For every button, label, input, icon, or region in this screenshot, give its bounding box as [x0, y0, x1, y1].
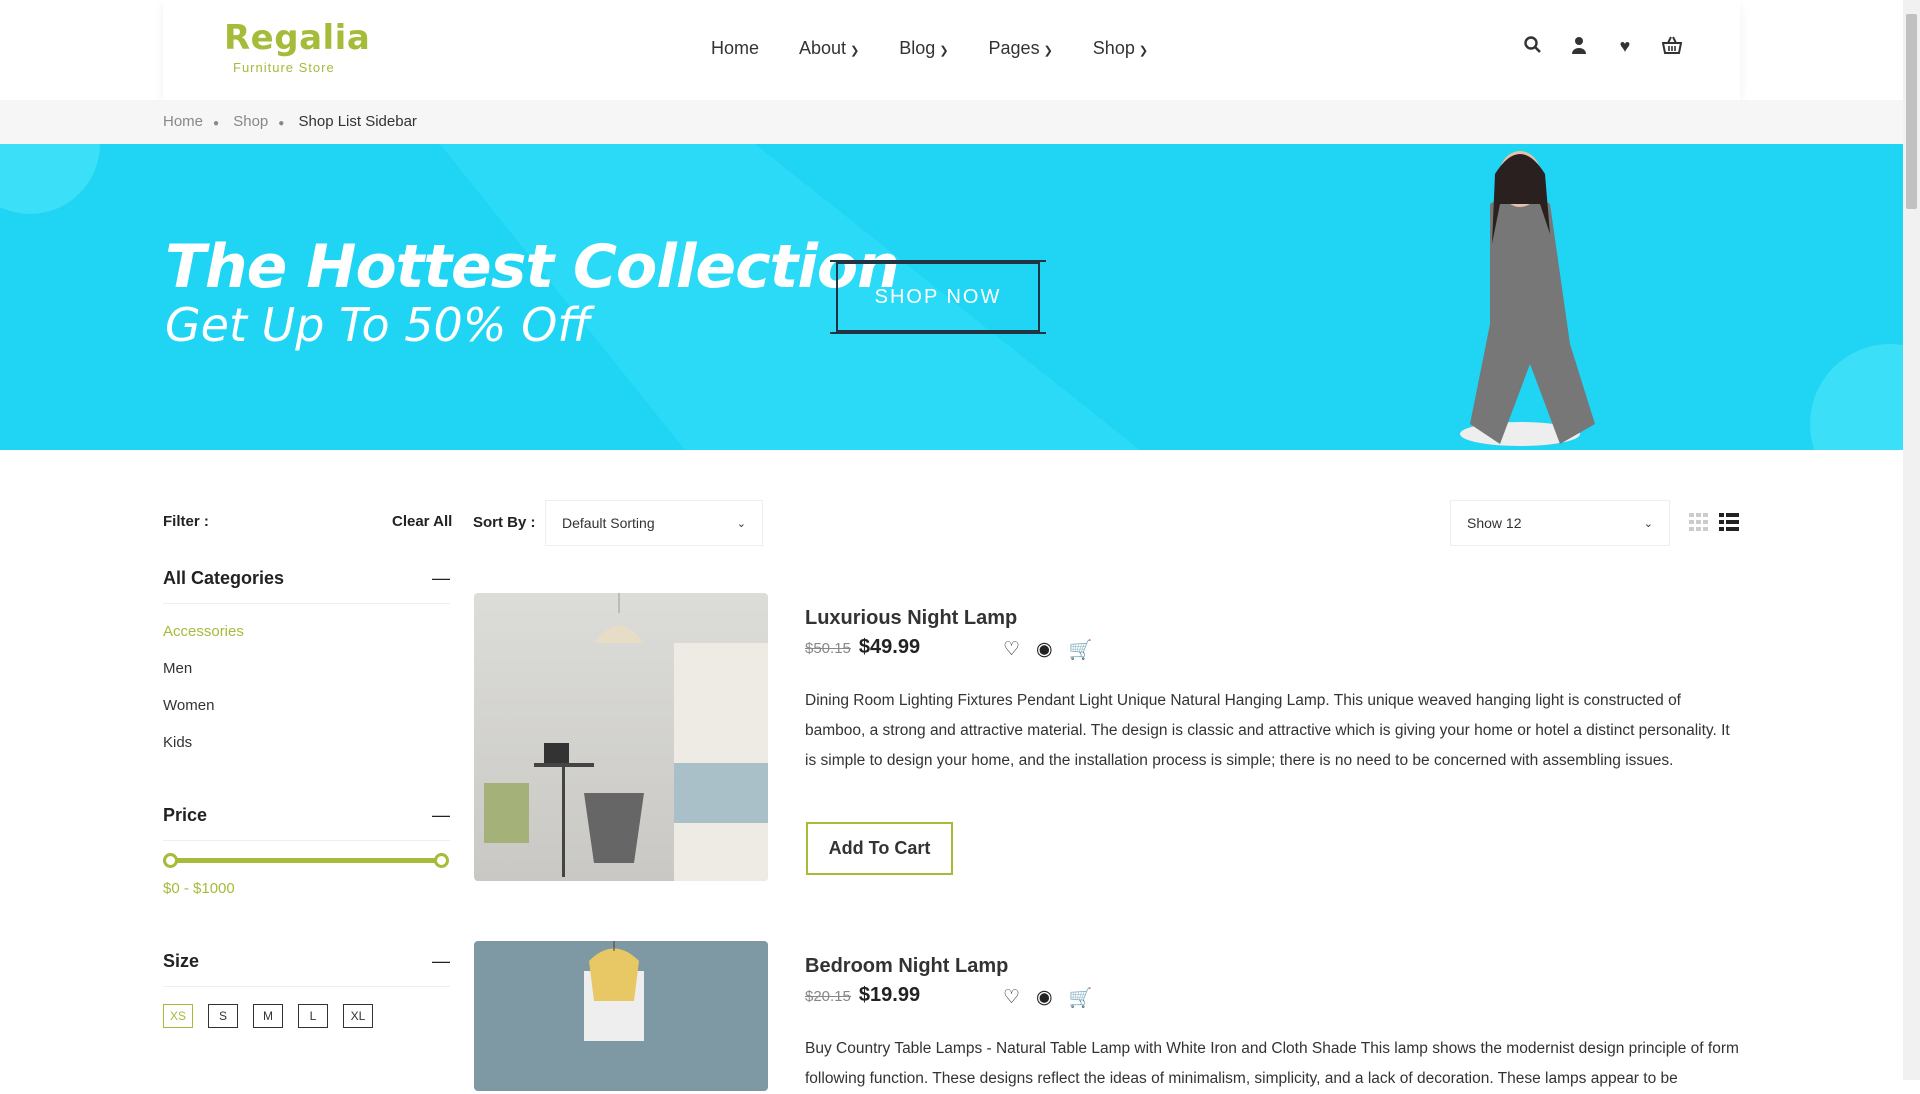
category-accessories[interactable]: Accessories	[163, 623, 244, 640]
search-icon[interactable]	[1524, 36, 1542, 56]
add-to-basket-icon[interactable]: 🛒	[1069, 986, 1093, 1010]
promo-banner: The Hottest Collection Get Up To 50% Off…	[0, 144, 1903, 450]
breadcrumb: Home ● Shop ● Shop List Sidebar	[0, 100, 1903, 144]
category-kids[interactable]: Kids	[163, 734, 192, 751]
chevron-down-icon: ⌄	[736, 517, 746, 530]
old-price: $50.15	[805, 640, 851, 657]
price-slider-min-handle[interactable]	[163, 853, 178, 868]
add-to-cart-button[interactable]: Add To Cart	[806, 822, 953, 875]
size-heading[interactable]: Size —	[163, 951, 450, 987]
show-value: Show 12	[1467, 515, 1522, 531]
product-description: Dining Room Lighting Fixtures Pendant Li…	[805, 692, 1730, 769]
chevron-down-icon: ❯	[939, 45, 949, 57]
add-to-basket-icon[interactable]: 🛒	[1069, 638, 1093, 662]
heading-label: Price	[163, 805, 208, 825]
size-xs[interactable]: XS	[163, 1004, 193, 1028]
scrollbar-thumb[interactable]	[1906, 14, 1917, 209]
breadcrumb-home[interactable]: Home	[163, 113, 203, 130]
site-header: Regalia Furniture Store Home About ❯ Blog…	[163, 0, 1740, 100]
scrollbar[interactable]	[1903, 0, 1920, 1080]
wishlist-icon[interactable]: ♡	[1003, 986, 1020, 1010]
quick-view-icon[interactable]: ◉	[1036, 986, 1053, 1010]
banner-title: The Hottest Collection	[165, 232, 900, 302]
quick-view-icon[interactable]: ◉	[1036, 638, 1053, 662]
product-description: Buy Country Table Lamps - Natural Table …	[805, 1040, 1739, 1087]
chevron-down-icon: ❯	[1043, 45, 1053, 57]
chevron-down-icon: ❯	[1138, 45, 1149, 57]
dot-separator: ●	[278, 118, 285, 129]
nav-label: Pages	[988, 38, 1040, 58]
nav-shop[interactable]: Shop ❯	[1093, 38, 1148, 59]
product-image[interactable]	[474, 941, 768, 1091]
logo-title[interactable]: Regalia	[224, 18, 370, 58]
current-price: $19.99	[858, 984, 921, 1006]
size-xl[interactable]: XL	[343, 1004, 373, 1028]
nav-about[interactable]: About ❯	[799, 38, 859, 59]
current-price: $49.99	[858, 636, 921, 658]
nav-label: Home	[711, 38, 760, 58]
nav-label: Shop	[1092, 38, 1135, 58]
product-title[interactable]: Luxurious Night Lamp	[805, 607, 1017, 630]
shop-now-button[interactable]: SHOP NOW	[830, 260, 1046, 334]
nav-label: Blog	[899, 38, 936, 58]
heading-label: Size	[163, 951, 200, 971]
nav-pages[interactable]: Pages ❯	[989, 38, 1053, 59]
model-image	[1460, 151, 1595, 446]
size-l[interactable]: L	[298, 1004, 328, 1028]
show-select[interactable]: Show 12 ⌄	[1450, 500, 1670, 546]
banner-subtitle: Get Up To 50% Off	[165, 298, 591, 352]
nav-home[interactable]: Home	[711, 38, 759, 59]
clear-all-link[interactable]: Clear All	[392, 513, 452, 530]
old-price: $20.15	[805, 988, 851, 1005]
product-price: $50.15 $49.99	[805, 636, 920, 659]
wishlist-icon[interactable]: ♡	[1003, 638, 1020, 662]
size-s[interactable]: S	[208, 1004, 238, 1028]
collapse-icon[interactable]: —	[432, 951, 450, 972]
user-icon[interactable]	[1570, 36, 1588, 56]
category-women[interactable]: Women	[163, 697, 214, 714]
categories-heading[interactable]: All Categories —	[163, 568, 450, 604]
price-slider-max-handle[interactable]	[434, 853, 449, 868]
logo-subtitle: Furniture Store	[233, 60, 335, 75]
collapse-icon[interactable]: —	[432, 805, 450, 826]
breadcrumb-current: Shop List Sidebar	[298, 113, 417, 130]
banner-circle	[1810, 344, 1903, 450]
sort-select[interactable]: Default Sorting ⌄	[545, 500, 763, 546]
nav-label: About	[799, 38, 847, 58]
sort-label: Sort By :	[473, 514, 536, 531]
breadcrumb-shop[interactable]: Shop	[233, 113, 268, 130]
dot-separator: ●	[213, 118, 220, 129]
grid-view-icon[interactable]	[1689, 513, 1709, 531]
sort-value: Default Sorting	[562, 515, 655, 531]
price-slider-track[interactable]	[170, 858, 442, 863]
product-image[interactable]	[474, 593, 768, 881]
heart-icon[interactable]: ♥	[1616, 36, 1634, 56]
product-title[interactable]: Bedroom Night Lamp	[805, 955, 1008, 978]
list-view-icon[interactable]	[1719, 513, 1739, 531]
banner-circle	[0, 144, 100, 214]
chevron-down-icon: ⌄	[1643, 517, 1653, 530]
product-price: $20.15 $19.99	[805, 984, 920, 1007]
collapse-icon[interactable]: —	[432, 568, 450, 589]
filter-label: Filter :	[163, 513, 209, 530]
price-heading[interactable]: Price —	[163, 805, 450, 841]
heading-label: All Categories	[163, 568, 285, 588]
nav-blog[interactable]: Blog ❯	[899, 38, 948, 59]
main-nav: Home About ❯ Blog ❯ Pages ❯ Shop ❯	[711, 38, 1148, 59]
category-men[interactable]: Men	[163, 660, 192, 677]
chevron-down-icon: ❯	[850, 45, 860, 57]
basket-icon[interactable]	[1661, 36, 1683, 56]
price-range-text: $0 - $1000	[163, 880, 235, 897]
size-m[interactable]: M	[253, 1004, 283, 1028]
